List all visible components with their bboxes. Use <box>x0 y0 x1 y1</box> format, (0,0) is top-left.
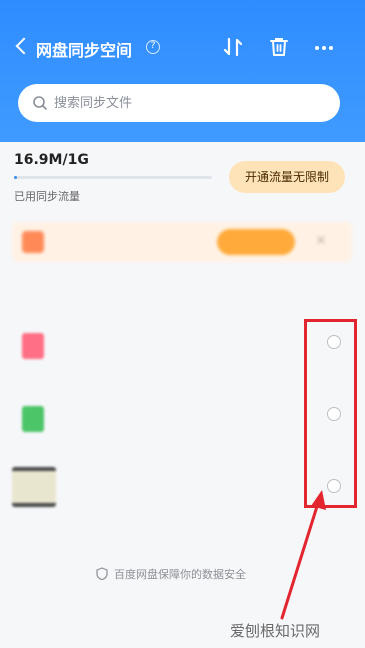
shield-icon <box>96 567 108 580</box>
annotation-arrow <box>280 490 326 620</box>
watermark: 爱刨根知识网 <box>230 622 321 640</box>
footer-security-text: 百度网盘保障你的数据安全 <box>114 568 246 581</box>
